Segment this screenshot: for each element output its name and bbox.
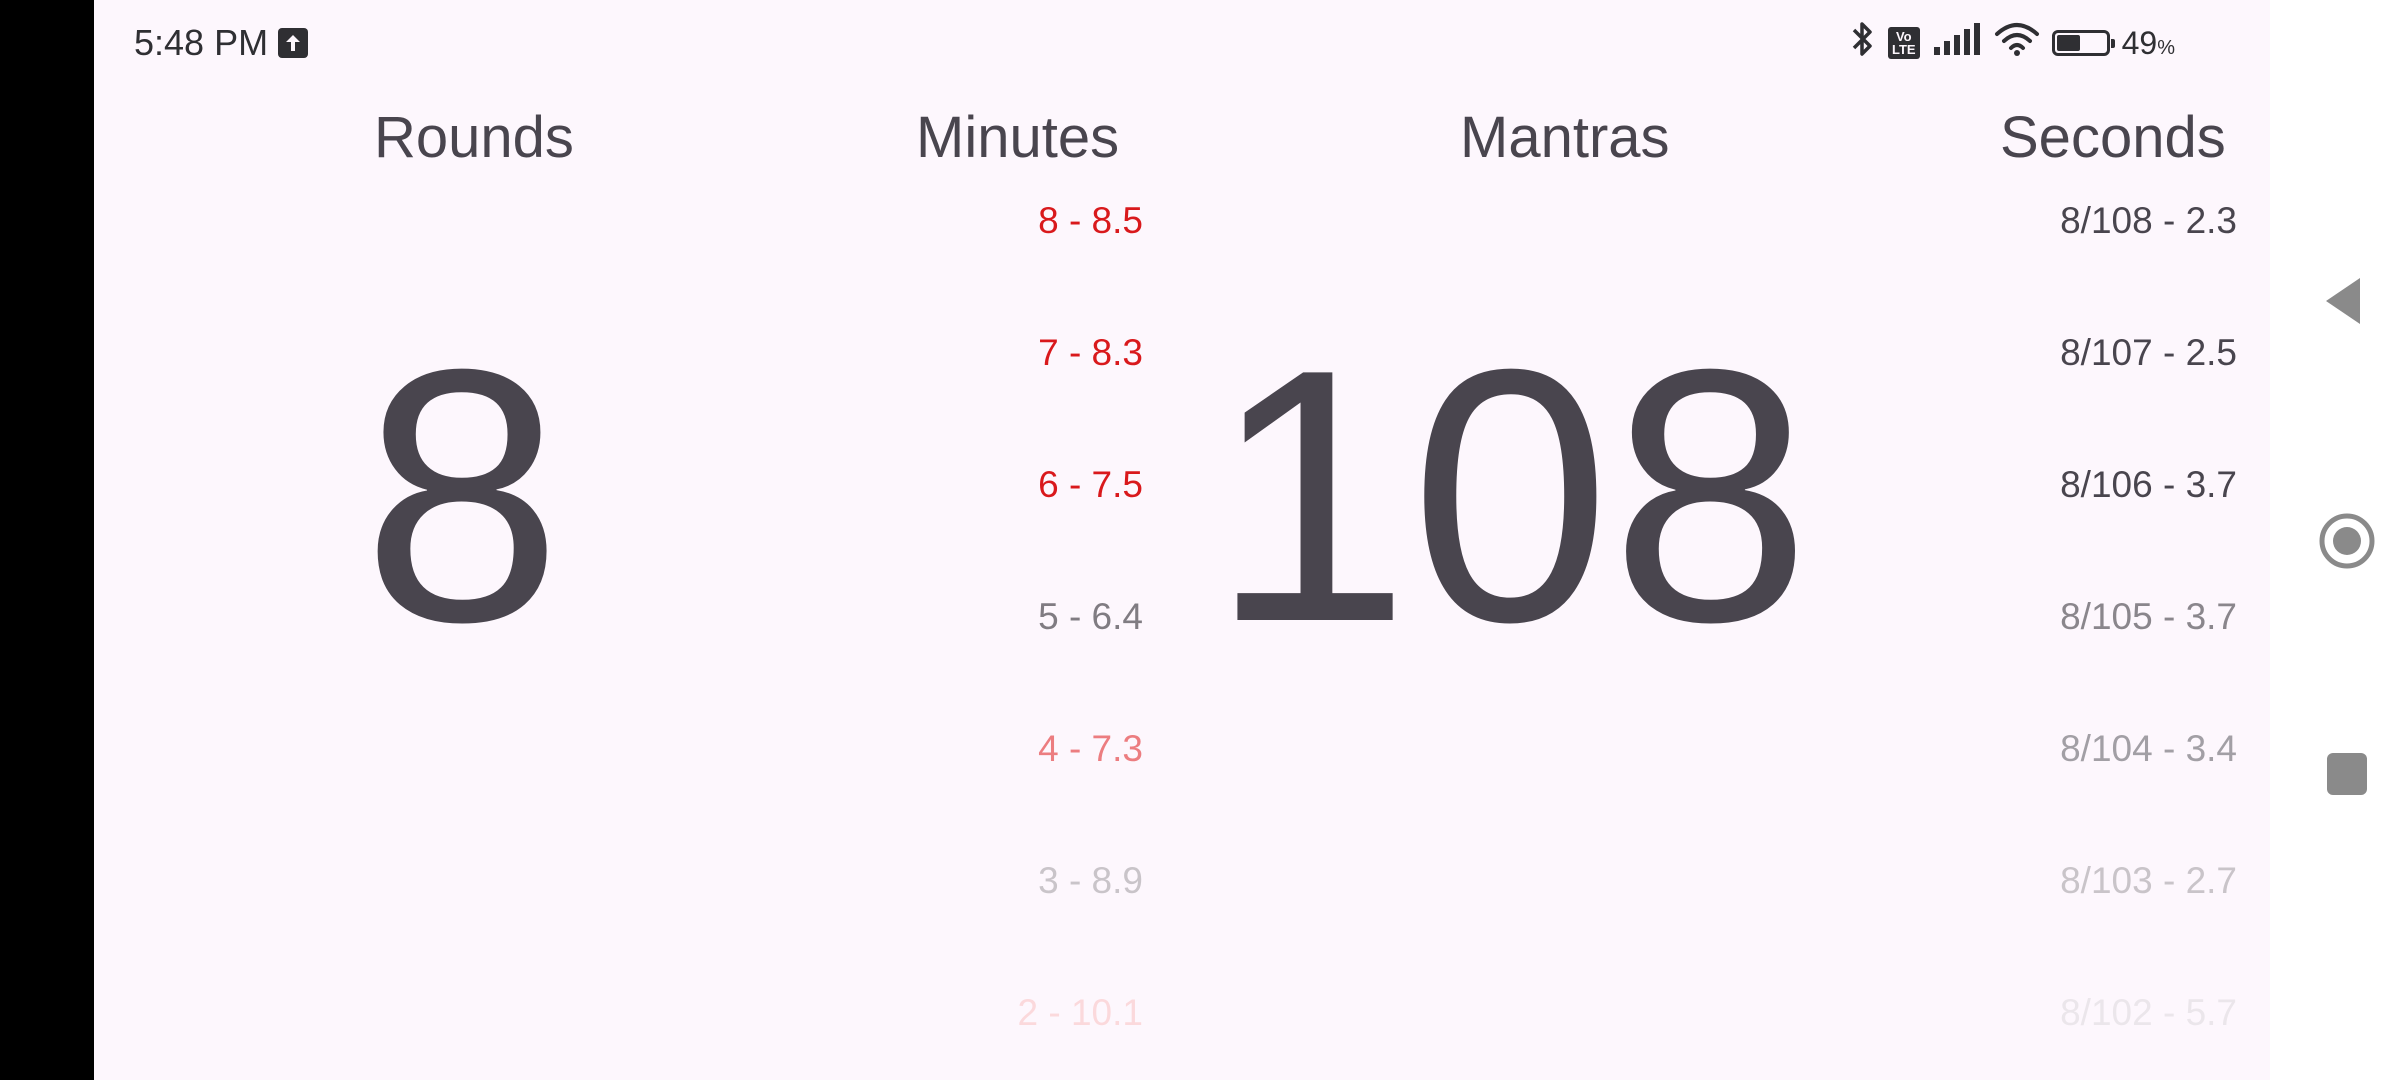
mantras-counter[interactable]: 108	[1210, 316, 1811, 676]
status-bar-time: 5:48 PM	[134, 22, 309, 64]
battery-icon	[2051, 30, 2115, 56]
status-bar-icons: Vo LTE 49%	[1850, 20, 2175, 66]
left-black-bar	[0, 0, 94, 1080]
recents-icon[interactable]	[2326, 752, 2368, 801]
header-rounds: Rounds	[374, 105, 574, 170]
minutes-list-item: 5 - 6.4	[1038, 596, 1143, 637]
header-mantras: Mantras	[1460, 105, 1670, 170]
rounds-counter[interactable]: 8	[362, 316, 562, 676]
volte-bottom-text: LTE	[1892, 42, 1916, 57]
wifi-icon	[1994, 22, 2040, 64]
volte-icon: Vo LTE	[1888, 27, 1920, 59]
header-minutes: Minutes	[916, 105, 1120, 170]
header-seconds: Seconds	[2000, 105, 2226, 170]
seconds-list-item: 8/105 - 3.7	[2060, 596, 2237, 637]
minutes-list-item: 6 - 7.5	[1038, 464, 1143, 505]
minutes-list-item: 4 - 7.3	[1038, 728, 1143, 769]
battery-percent-value: 49	[2121, 24, 2158, 61]
seconds-list-item: 8/103 - 2.7	[2060, 860, 2237, 901]
seconds-list-item: 8/108 - 2.3	[2060, 200, 2237, 241]
minutes-list-item: 2 - 10.1	[1017, 992, 1143, 1033]
clock-text: 5:48 PM	[134, 22, 269, 63]
upload-notification-icon	[278, 28, 309, 58]
home-icon[interactable]	[2318, 512, 2376, 575]
seconds-list-item: 8/106 - 3.7	[2060, 464, 2237, 505]
battery-fill	[2056, 35, 2081, 51]
bluetooth-icon	[1850, 20, 1876, 66]
minutes-list-item: 7 - 8.3	[1038, 332, 1143, 373]
minutes-list-item: 3 - 8.9	[1038, 860, 1143, 901]
back-icon[interactable]	[2322, 276, 2362, 331]
seconds-list-item: 8/107 - 2.5	[2060, 332, 2237, 373]
seconds-list-item: 8/102 - 5.7	[2060, 992, 2237, 1033]
battery-percent: 49%	[2122, 25, 2175, 62]
battery-percent-unit: %	[2157, 36, 2175, 59]
navigation-bar	[2270, 0, 2400, 1080]
seconds-list-item: 8/104 - 3.4	[2060, 728, 2237, 769]
minutes-list-item: 8 - 8.5	[1038, 200, 1143, 241]
signal-icon	[1932, 23, 1982, 63]
